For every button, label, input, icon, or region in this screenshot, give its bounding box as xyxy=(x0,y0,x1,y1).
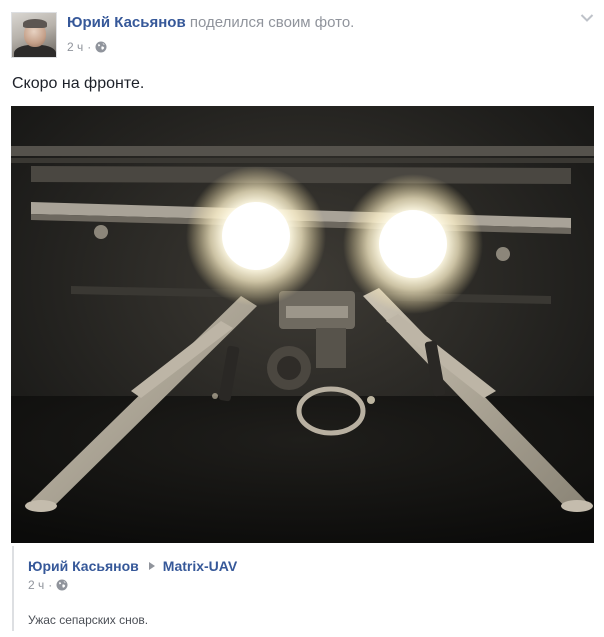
author-name-link[interactable]: Юрий Касьянов xyxy=(67,14,186,31)
triangle-right-icon xyxy=(148,562,155,570)
shared-photo-text: поделился своим фото. xyxy=(189,14,355,31)
author-avatar[interactable] xyxy=(11,12,57,58)
shared-page-link[interactable]: Matrix-UAV xyxy=(163,558,237,574)
post-text: Скоро на фронте. xyxy=(12,75,145,92)
shared-timestamp[interactable]: 2 ч xyxy=(28,578,44,592)
post-photo[interactable] xyxy=(11,106,594,543)
shared-meta: 2 ч · xyxy=(28,578,68,592)
drone-photo-image xyxy=(11,106,594,543)
post-meta: 2 ч · xyxy=(67,40,107,54)
chevron-down-icon[interactable] xyxy=(580,13,594,23)
shared-caption: Ужас сепарских снов. xyxy=(28,613,149,627)
meta-separator: · xyxy=(87,40,92,54)
avatar-hair xyxy=(23,19,47,28)
globe-icon[interactable] xyxy=(56,579,68,591)
shared-author-link[interactable]: Юрий Касьянов xyxy=(28,558,139,574)
shared-header: Юрий Касьянов Matrix-UAV xyxy=(28,558,237,574)
post-timestamp[interactable]: 2 ч xyxy=(67,40,83,54)
globe-icon[interactable] xyxy=(95,41,107,53)
feed-post: Юрий Касьянов поделился своим фото. 2 ч … xyxy=(0,0,604,637)
shared-meta-separator: · xyxy=(48,578,53,592)
shared-attachment: Юрий Касьянов Matrix-UAV 2 ч · Ужас сепа… xyxy=(12,546,594,631)
post-header: Юрий Касьянов поделился своим фото. xyxy=(67,14,354,31)
